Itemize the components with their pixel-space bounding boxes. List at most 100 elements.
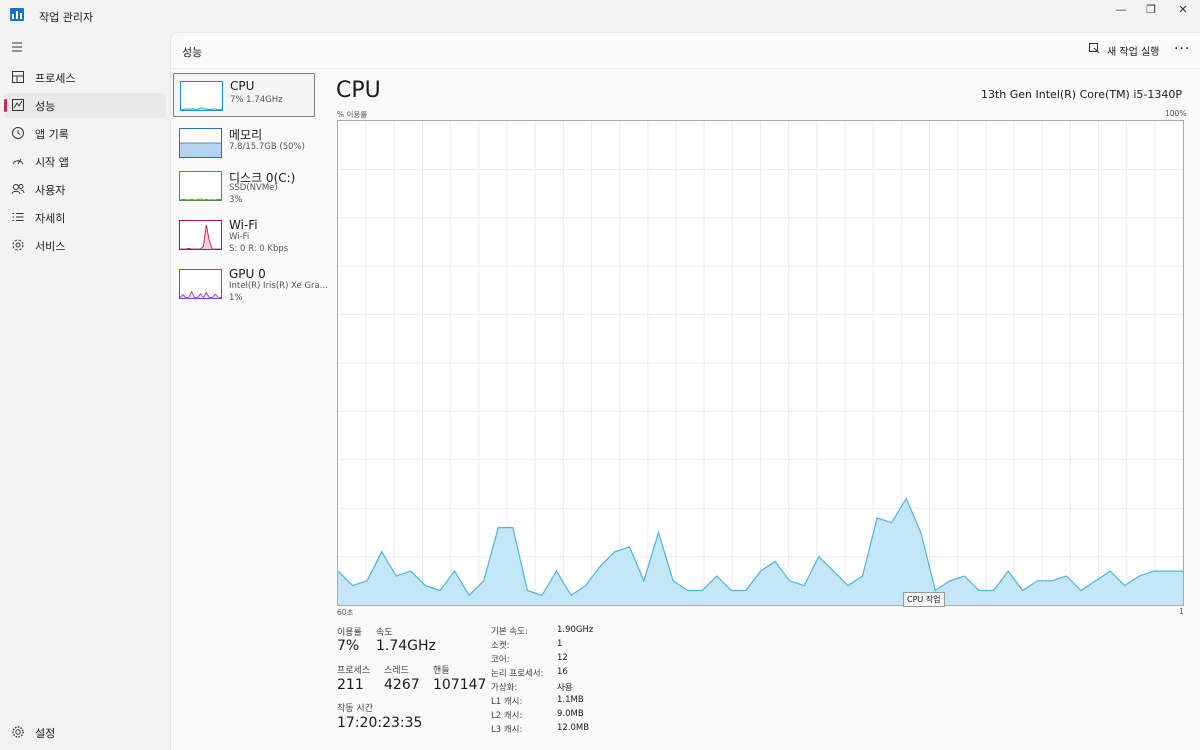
maximize-button[interactable]: ❐	[1134, 0, 1168, 22]
nav-label: 자세히	[35, 212, 66, 225]
resource-detail: 3%	[229, 195, 243, 205]
page-title: 성능	[182, 46, 203, 59]
threads-value: 4267	[384, 677, 420, 693]
resource-detail: 1%	[229, 293, 243, 303]
speed-value: 1.74GHz	[376, 638, 436, 654]
resource-thumbnail	[179, 269, 222, 299]
resource-item-disk[interactable]: 디스크 0(C:) SSD(NVMe) 3%	[173, 164, 315, 208]
thumbnail-area	[180, 143, 221, 157]
run-task-icon	[1089, 43, 1100, 54]
info-value-sockets: 1	[557, 639, 563, 649]
app-history-icon	[12, 127, 24, 139]
chart-tooltip: CPU 작업	[903, 592, 945, 607]
hamburger-menu-icon[interactable]	[8, 38, 26, 56]
resource-detail: 7.8/15.7GB (50%)	[229, 142, 305, 152]
nav-label-settings: 설정	[35, 727, 56, 740]
title-bar: 작업 관리자 — ❐ ✕	[0, 0, 1200, 32]
nav-item-performance[interactable]: 성능	[4, 93, 166, 118]
services-icon	[12, 239, 24, 251]
resource-name: CPU	[230, 79, 255, 93]
uptime-value: 17:20:23:35	[337, 715, 423, 731]
resource-name: Wi-Fi	[229, 218, 258, 232]
info-key-l1-cache: L1 캐시:	[491, 697, 523, 707]
info-value-l2-cache: 9.0MB	[557, 709, 584, 719]
nav-item-app-history[interactable]: 앱 기록	[4, 121, 166, 146]
thumbnail-line	[180, 225, 221, 249]
info-value-cores: 12	[557, 653, 568, 663]
minimize-button[interactable]: —	[1104, 0, 1138, 22]
nav-item-settings[interactable]: 설정	[4, 720, 154, 744]
resource-name: 메모리	[229, 128, 263, 142]
nav-item-startup-apps[interactable]: 시작 앱	[4, 149, 166, 174]
resource-thumbnail	[179, 220, 222, 250]
run-new-task-label: 새 작업 실행	[1107, 47, 1160, 58]
info-key-logical-processors: 논리 프로세서:	[491, 669, 544, 679]
resource-detail: S: 0 R: 0 Kbps	[229, 244, 289, 254]
nav-label: 성능	[35, 100, 56, 113]
cpu-utilization-chart: CPU 작업	[337, 120, 1184, 607]
cpu-model-name: 13th Gen Intel(R) Core(TM) i5-1340P	[980, 88, 1182, 101]
handles-value: 107147	[433, 677, 487, 693]
performance-icon	[12, 99, 24, 111]
info-value-virtualization: 사용	[557, 683, 573, 693]
resource-thumbnail	[179, 128, 222, 158]
nav-item-processes[interactable]: 프로세스	[4, 65, 166, 90]
handles-label: 핸들	[433, 666, 450, 676]
processes-label: 프로세스	[337, 666, 371, 676]
more-options-button[interactable]: ···	[1174, 41, 1190, 57]
resource-detail: Intel(R) Iris(R) Xe Gra...	[229, 281, 328, 291]
uptime-label: 작동 시간	[337, 704, 373, 714]
resource-item-cpu[interactable]: CPU 7% 1.74GHz	[173, 73, 315, 117]
resource-item-memory[interactable]: 메모리 7.8/15.7GB (50%)	[173, 121, 315, 165]
info-value-base-speed: 1.90GHz	[557, 625, 594, 635]
threads-label: 스레드	[384, 666, 409, 676]
nav-label: 서비스	[35, 240, 66, 253]
detail-title: CPU	[336, 78, 381, 103]
info-key-sockets: 소켓:	[491, 641, 510, 651]
info-value-l3-cache: 12.0MB	[557, 723, 590, 733]
speed-label: 속도	[376, 628, 393, 638]
header-bar: 성능 새 작업 실행 ···	[171, 33, 1200, 69]
startup-apps-icon	[12, 158, 24, 165]
resource-item-wifi[interactable]: Wi-Fi Wi-Fi S: 0 R: 0 Kbps	[173, 213, 315, 257]
details-icon	[12, 213, 24, 221]
resource-thumbnail	[179, 171, 222, 201]
utilization-label: 이용률	[337, 628, 362, 638]
gear-icon	[12, 726, 24, 738]
utilization-value: 7%	[337, 638, 360, 654]
nav-label: 앱 기록	[35, 128, 69, 141]
resource-item-gpu[interactable]: GPU 0 Intel(R) Iris(R) Xe Gra... 1%	[173, 262, 328, 306]
info-value-logical-processors: 16	[557, 667, 568, 677]
users-icon	[11, 184, 25, 195]
info-key-cores: 코어:	[491, 655, 510, 665]
info-key-l3-cache: L3 캐시:	[491, 725, 523, 735]
resource-detail: 7% 1.74GHz	[230, 95, 283, 105]
y-axis-label: % 이용률	[337, 110, 368, 119]
info-value-l1-cache: 1.1MB	[557, 695, 584, 705]
nav-item-services[interactable]: 서비스	[4, 233, 166, 258]
info-key-base-speed: 기본 속도:	[491, 627, 528, 637]
nav-label: 사용자	[35, 184, 66, 197]
chart-grid	[338, 121, 1183, 605]
processes-icon	[12, 71, 24, 83]
resource-name: GPU 0	[229, 267, 266, 281]
info-key-virtualization: 가상화:	[491, 683, 518, 693]
info-key-l2-cache: L2 캐시:	[491, 711, 523, 721]
y-axis-max-label: 100%	[1165, 109, 1187, 118]
task-manager-app-icon	[10, 8, 24, 21]
close-button[interactable]: ✕	[1166, 0, 1200, 22]
cpu-chart-svg	[338, 121, 1183, 605]
resource-thumbnail	[180, 81, 223, 111]
nav-label: 시작 앱	[35, 156, 69, 169]
thumbnail-area	[180, 225, 221, 249]
main-panel: 성능 새 작업 실행 ··· CPU 7% 1.74GHz 메모리 7.8/15…	[170, 32, 1200, 750]
x-axis-left-label: 60초	[337, 608, 354, 617]
nav-item-details[interactable]: 자세히	[4, 205, 166, 230]
resource-detail: SSD(NVMe)	[229, 183, 278, 193]
nav-label: 프로세스	[35, 72, 76, 85]
x-axis-right-label: 1	[1179, 607, 1184, 616]
resource-detail: Wi-Fi	[229, 232, 250, 242]
window-title: 작업 관리자	[39, 11, 94, 24]
processes-value: 211	[337, 677, 364, 693]
nav-item-users[interactable]: 사용자	[4, 177, 166, 202]
